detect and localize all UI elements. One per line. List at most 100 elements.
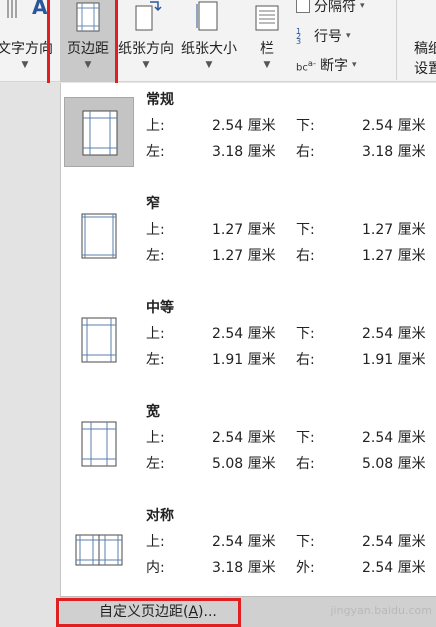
bottom-value: 2.54 厘米 xyxy=(362,326,426,342)
preset-row-top-bottom: 上: 1.27 厘米 下: 1.27 厘米 xyxy=(146,219,431,239)
preset-name: 常规 xyxy=(146,92,174,108)
preset-row-left-right: 左: 1.91 厘米 右: 1.91 厘米 xyxy=(146,349,431,369)
bottom-value: 2.54 厘米 xyxy=(362,534,426,550)
ribbon-separator xyxy=(396,0,397,80)
settings-label: 设置 xyxy=(414,61,436,77)
orientation-icon xyxy=(135,1,162,31)
line-numbers-button[interactable]: 123 行号 ▾ xyxy=(296,26,351,46)
preset-row-inside-outside: 内: 3.18 厘米 外: 2.54 厘米 xyxy=(146,557,431,577)
margin-preview-normal xyxy=(64,97,134,167)
draft-paper-button[interactable]: 稿纸 设置 xyxy=(406,0,436,80)
bottom-value: 2.54 厘米 xyxy=(362,118,426,134)
right-label: 右: xyxy=(296,144,315,160)
size-button[interactable]: 纸张大小 ▼ xyxy=(177,0,241,80)
chevron-down-icon: ▼ xyxy=(142,60,150,70)
preset-name: 宽 xyxy=(146,404,160,420)
preset-name: 窄 xyxy=(146,196,160,212)
bottom-value: 1.27 厘米 xyxy=(362,222,426,238)
top-value: 2.54 厘米 xyxy=(212,118,276,134)
chevron-down-icon: ▾ xyxy=(360,1,365,11)
margin-preview-mirrored xyxy=(64,513,134,583)
chevron-down-icon: ▾ xyxy=(346,31,351,41)
ribbon-layout-group: A 文字方向 ▼ 页边距 ▼ 纸张方向 ▼ 纸张大小 ▼ 栏 ▼ 分隔符 ▾ 1… xyxy=(0,0,436,87)
line-numbers-icon: 123 xyxy=(296,27,302,46)
orientation-label: 纸张方向 xyxy=(118,41,174,57)
page-margin-icon xyxy=(81,213,117,259)
text-direction-icon: A xyxy=(7,0,48,19)
custom-margins-button[interactable]: 自定义页边距(A)... xyxy=(56,598,241,627)
left-label: 左: xyxy=(146,352,165,368)
hyphenation-icon: bca- xyxy=(296,58,316,74)
paper-size-icon xyxy=(196,1,218,31)
margin-preset-normal[interactable]: 常规 上: 2.54 厘米 下: 2.54 厘米 左: 3.18 厘米 右: 3… xyxy=(61,83,436,187)
preset-row-top-bottom: 上: 2.54 厘米 下: 2.54 厘米 xyxy=(146,323,431,343)
hyphenation-button[interactable]: bca- 断字 ▾ xyxy=(296,55,357,75)
top-label: 上: xyxy=(146,534,165,550)
columns-label: 栏 xyxy=(260,41,274,57)
left-value: 1.27 厘米 xyxy=(212,248,276,264)
top-value: 1.27 厘米 xyxy=(212,222,276,238)
columns-icon xyxy=(255,5,279,31)
margin-preview-narrow xyxy=(64,201,134,271)
page-margin-icon xyxy=(81,421,117,467)
custom-margins-prefix: 自定义页边距( xyxy=(99,604,189,620)
left-label: 左: xyxy=(146,144,165,160)
columns-button[interactable]: 栏 ▼ xyxy=(248,0,286,80)
breaks-icon xyxy=(296,0,310,13)
margin-preview-wide xyxy=(64,409,134,479)
right-value: 3.18 厘米 xyxy=(362,144,426,160)
margin-preset-wide[interactable]: 宽 上: 2.54 厘米 下: 2.54 厘米 左: 5.08 厘米 右: 5.… xyxy=(61,395,436,499)
bottom-label: 下: xyxy=(296,430,315,446)
right-label: 右: xyxy=(296,248,315,264)
custom-margins-accesskey: A xyxy=(188,604,199,620)
margin-preview-moderate xyxy=(64,305,134,375)
margin-preset-narrow[interactable]: 窄 上: 1.27 厘米 下: 1.27 厘米 左: 1.27 厘米 右: 1.… xyxy=(61,187,436,291)
svg-text:A: A xyxy=(32,0,48,19)
bottom-label: 下: xyxy=(296,534,315,550)
inside-value: 3.18 厘米 xyxy=(212,560,276,576)
right-value: 5.08 厘米 xyxy=(362,456,426,472)
preset-row-top-bottom: 上: 2.54 厘米 下: 2.54 厘米 xyxy=(146,115,431,135)
top-label: 上: xyxy=(146,326,165,342)
right-label: 右: xyxy=(296,352,315,368)
draft-label: 稿纸 xyxy=(414,41,436,57)
chevron-down-icon: ▼ xyxy=(263,60,271,70)
bottom-label: 下: xyxy=(296,118,315,134)
chevron-down-icon: ▾ xyxy=(352,60,357,70)
right-label: 右: xyxy=(296,456,315,472)
custom-margins-suffix: )... xyxy=(198,604,217,620)
page-margin-icon xyxy=(81,317,117,363)
left-value: 5.08 厘米 xyxy=(212,456,276,472)
bottom-label: 下: xyxy=(296,222,315,238)
bottom-label: 下: xyxy=(296,326,315,342)
bottom-value: 2.54 厘米 xyxy=(362,430,426,446)
preset-name: 中等 xyxy=(146,300,174,316)
breaks-button[interactable]: 分隔符 ▾ xyxy=(296,0,365,16)
top-label: 上: xyxy=(146,222,165,238)
watermark: jingyan.baidu.com xyxy=(330,604,432,617)
left-value: 3.18 厘米 xyxy=(212,144,276,160)
left-label: 左: xyxy=(146,248,165,264)
margins-dropdown: 常规 上: 2.54 厘米 下: 2.54 厘米 左: 3.18 厘米 右: 3… xyxy=(60,83,436,596)
size-label: 纸张大小 xyxy=(181,41,237,57)
preset-name: 对称 xyxy=(146,508,174,524)
chevron-down-icon: ▼ xyxy=(205,60,213,70)
mirrored-margin-icon xyxy=(75,534,123,566)
preset-row-top-bottom: 上: 2.54 厘米 下: 2.54 厘米 xyxy=(146,427,431,447)
document-area xyxy=(0,83,60,627)
top-label: 上: xyxy=(146,118,165,134)
margin-preset-mirrored[interactable]: 对称 上: 2.54 厘米 下: 2.54 厘米 内: 3.18 厘米 外: 2… xyxy=(61,499,436,603)
page-margin-icon xyxy=(82,110,118,156)
orientation-button[interactable]: 纸张方向 ▼ xyxy=(116,0,176,80)
hyphenation-label: 断字 xyxy=(320,58,348,74)
outside-label: 外: xyxy=(296,560,315,576)
preset-row-top-bottom: 上: 2.54 厘米 下: 2.54 厘米 xyxy=(146,531,431,551)
preset-row-left-right: 左: 1.27 厘米 右: 1.27 厘米 xyxy=(146,245,431,265)
preset-row-left-right: 左: 3.18 厘米 右: 3.18 厘米 xyxy=(146,141,431,161)
margins-highlight xyxy=(47,0,118,87)
margin-preset-moderate[interactable]: 中等 上: 2.54 厘米 下: 2.54 厘米 左: 1.91 厘米 右: 1… xyxy=(61,291,436,395)
right-value: 1.27 厘米 xyxy=(362,248,426,264)
preset-row-left-right: 左: 5.08 厘米 右: 5.08 厘米 xyxy=(146,453,431,473)
top-value: 2.54 厘米 xyxy=(212,326,276,342)
right-value: 1.91 厘米 xyxy=(362,352,426,368)
